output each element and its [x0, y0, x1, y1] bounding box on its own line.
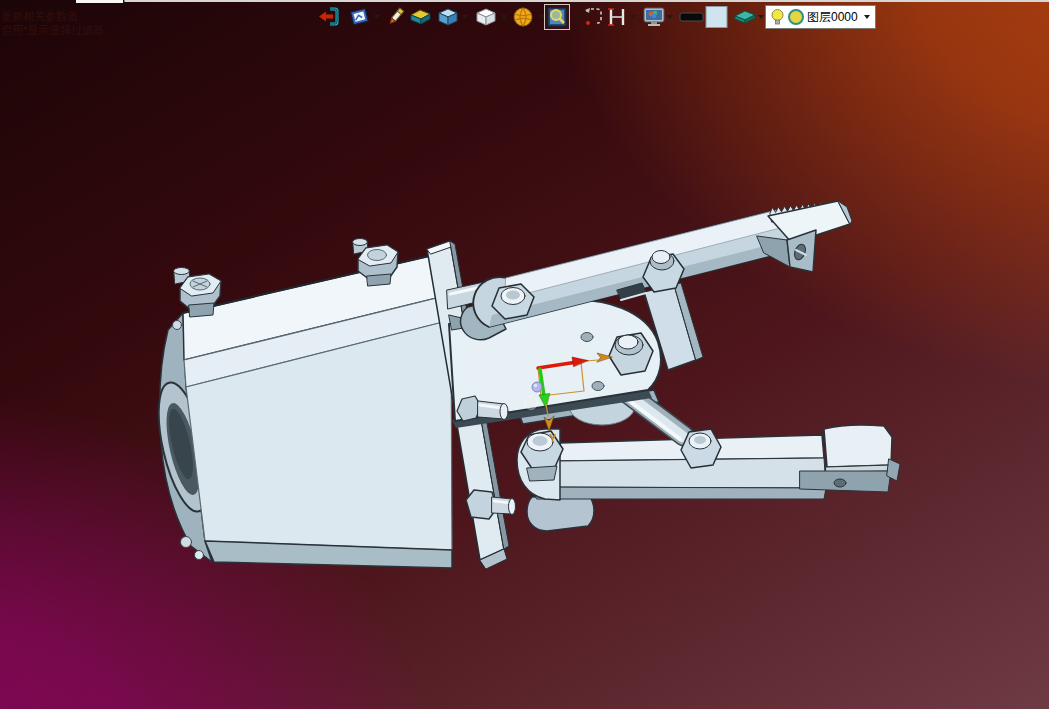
y-axis-label: Y	[549, 432, 557, 444]
hex-fitting-left[interactable]	[174, 268, 222, 318]
flange-stud-bottom[interactable]	[466, 490, 516, 519]
gripper-3d-model[interactable]: Y	[0, 0, 1049, 709]
lower-arm-nut[interactable]	[681, 429, 721, 468]
